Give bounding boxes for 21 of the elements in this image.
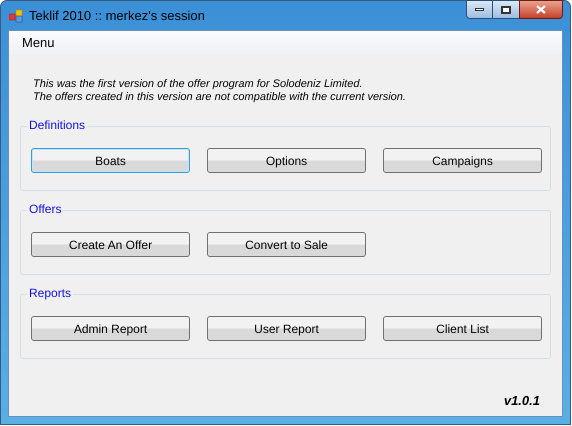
version-label: v1.0.1 (504, 392, 540, 410)
app-icon (9, 8, 23, 22)
notice-text: The offers created in this version are not compatible with the current version. (33, 91, 407, 104)
group-title: Definitions (27, 118, 88, 132)
action-button[interactable]: Convert to Sale (207, 232, 366, 257)
action-button[interactable]: Campaigns (383, 148, 542, 173)
action-button[interactable]: User Report (207, 316, 366, 341)
action-button[interactable]: Boats (31, 148, 190, 173)
minimize-button[interactable] (466, 0, 493, 19)
action-button[interactable]: Create An Offer (31, 232, 190, 257)
action-button[interactable]: Admin Report (31, 316, 190, 341)
group-title: Reports (27, 286, 74, 300)
action-button[interactable]: Client List (383, 316, 542, 341)
group-title: Offers (27, 202, 64, 216)
close-icon (536, 5, 546, 14)
menu-item[interactable]: Menu (14, 32, 63, 52)
notice-text: This was the first version of the offer program for Solodeniz Limited. (33, 78, 364, 91)
maximize-button[interactable] (493, 0, 519, 19)
action-button[interactable]: Options (207, 148, 366, 173)
close-button[interactable] (519, 0, 563, 19)
window-title: Teklif 2010 :: merkez's session (29, 6, 205, 25)
